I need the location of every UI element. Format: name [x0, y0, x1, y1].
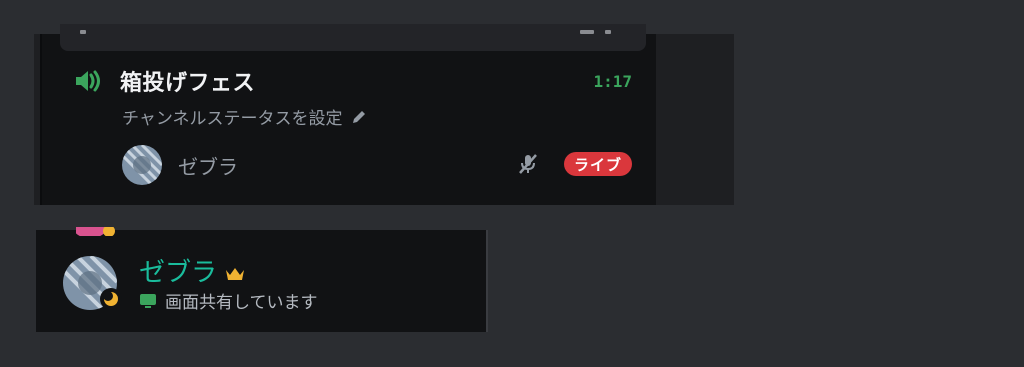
- user-panel: ゼブラ 画面共有しています: [36, 224, 488, 332]
- activity-status: 画面共有しています: [139, 288, 318, 313]
- voice-channel-inner: 箱投げフェス 1:17 チャンネルステータスを設定 ゼブラ ライブ: [40, 24, 656, 205]
- speaker-connected-icon: [72, 66, 102, 96]
- voice-channel-panel: 箱投げフェス 1:17 チャンネルステータスを設定 ゼブラ ライブ: [34, 24, 734, 205]
- voice-channel-row[interactable]: 箱投げフェス 1:17: [72, 64, 632, 98]
- status-placeholder: チャンネルステータスを設定: [122, 109, 343, 129]
- muted-microphone-icon: [516, 152, 540, 180]
- crown-icon: [225, 266, 245, 282]
- live-badge: ライブ: [563, 152, 632, 176]
- channel-name: 箱投げフェス: [120, 71, 256, 96]
- popout-chevron: [605, 30, 611, 34]
- user-name: ゼブラ: [139, 258, 218, 288]
- voice-participant-row[interactable]: ゼブラ ライブ: [122, 144, 632, 186]
- popout-handle-left: [80, 30, 86, 34]
- moon-icon: [100, 288, 122, 310]
- peeking-avatar: [76, 224, 156, 236]
- channel-status-setter[interactable]: チャンネルステータスを設定: [122, 104, 367, 129]
- call-timer: 1:17: [593, 72, 632, 91]
- screen-share-icon: [139, 293, 157, 309]
- popout-handle-right: [580, 30, 594, 34]
- participant-name: ゼブラ: [178, 154, 238, 179]
- user-name-row[interactable]: ゼブラ: [139, 252, 245, 289]
- pencil-icon: [351, 109, 367, 125]
- popout-bar: [60, 24, 646, 51]
- avatar[interactable]: [122, 145, 162, 185]
- activity-text: 画面共有しています: [165, 293, 318, 313]
